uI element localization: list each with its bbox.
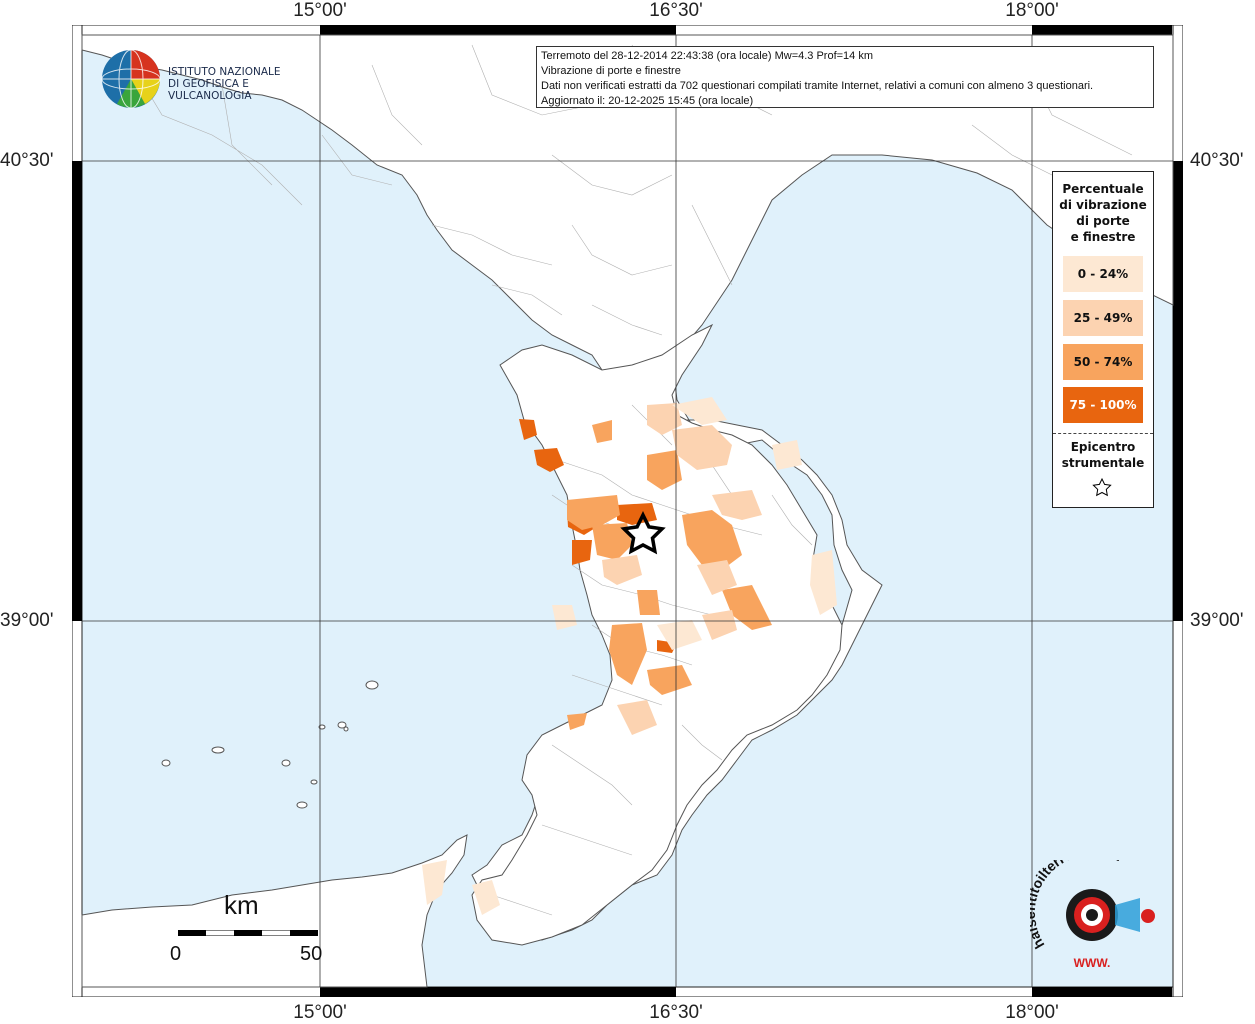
lat-tick-left-2: 39°00' xyxy=(0,610,54,631)
globe-icon xyxy=(101,49,161,109)
legend-item-25-49: 25 - 49% xyxy=(1063,300,1143,336)
lon-tick-bottom-3: 18°00' xyxy=(1005,1002,1059,1023)
lat-tick-right-1: 40°30' xyxy=(1190,150,1244,171)
info-source: Dati non verificati estratti da 702 ques… xyxy=(541,80,1094,92)
legend: Percentuale di vibrazione di porte e fin… xyxy=(1052,171,1154,508)
legend-epicenter-label: Epicentro strumentale xyxy=(1053,439,1153,471)
region-50-74 xyxy=(637,590,660,615)
scale-zero-label: 0 xyxy=(170,943,182,965)
scale-bar: km 0 50 xyxy=(170,890,330,970)
info-event: Terremoto del 28-12-2014 22:43:38 (ora l… xyxy=(541,50,874,62)
scale-unit: km xyxy=(224,890,259,920)
ingv-name-line2: DI GEOFISICA E VULCANOLOGIA xyxy=(168,78,252,102)
lon-tick-bottom-1: 15°00' xyxy=(293,1002,347,1023)
legend-title-line: e finestre xyxy=(1070,230,1136,244)
info-subject: Vibrazione di porte e finestre xyxy=(541,65,681,77)
map-canvas[interactable] xyxy=(72,25,1183,997)
legend-title-line: Percentuale xyxy=(1062,182,1144,196)
scale-max-label: 50 xyxy=(300,943,323,965)
ingv-logo: ISTITUTO NAZIONALE DI GEOFISICA E VULCAN… xyxy=(100,48,310,109)
lon-tick-top-3: 18°00' xyxy=(1005,0,1059,21)
ingv-name: ISTITUTO NAZIONALE DI GEOFISICA E VULCAN… xyxy=(168,66,310,102)
lat-tick-left-1: 40°30' xyxy=(0,150,54,171)
lon-tick-top-1: 15°00' xyxy=(293,0,347,21)
haisentito-www: WWW. xyxy=(1074,956,1111,970)
legend-item-0-24: 0 - 24% xyxy=(1063,256,1143,292)
region-0-24 xyxy=(772,440,802,470)
earthquake-info-box: Terremoto del 28-12-2014 22:43:38 (ora l… xyxy=(536,46,1154,108)
legend-item-50-74: 50 - 74% xyxy=(1063,344,1143,380)
legend-title-line: di porte xyxy=(1076,214,1130,228)
lon-tick-bottom-2: 16°30' xyxy=(649,1002,703,1023)
legend-epicenter-line: strumentale xyxy=(1061,456,1145,470)
legend-item-75-100: 75 - 100% xyxy=(1063,387,1143,423)
haisentito-logo: haisentitoilterremoto.it WWW. xyxy=(1030,860,1155,970)
lat-tick-right-2: 39°00' xyxy=(1190,610,1244,631)
legend-star-icon xyxy=(1092,477,1112,497)
map-area[interactable] xyxy=(72,25,1183,997)
legend-divider xyxy=(1053,433,1153,434)
legend-title-line: di vibrazione xyxy=(1059,198,1147,212)
info-updated: Aggiornato il: 20-12-2025 15:45 (ora loc… xyxy=(541,95,754,107)
lon-tick-top-2: 16°30' xyxy=(649,0,703,21)
legend-title: Percentuale di vibrazione di porte e fin… xyxy=(1053,181,1153,245)
ingv-name-line1: ISTITUTO NAZIONALE xyxy=(168,66,281,78)
legend-epicenter-line: Epicentro xyxy=(1070,440,1136,454)
scale-ruler xyxy=(178,930,318,936)
